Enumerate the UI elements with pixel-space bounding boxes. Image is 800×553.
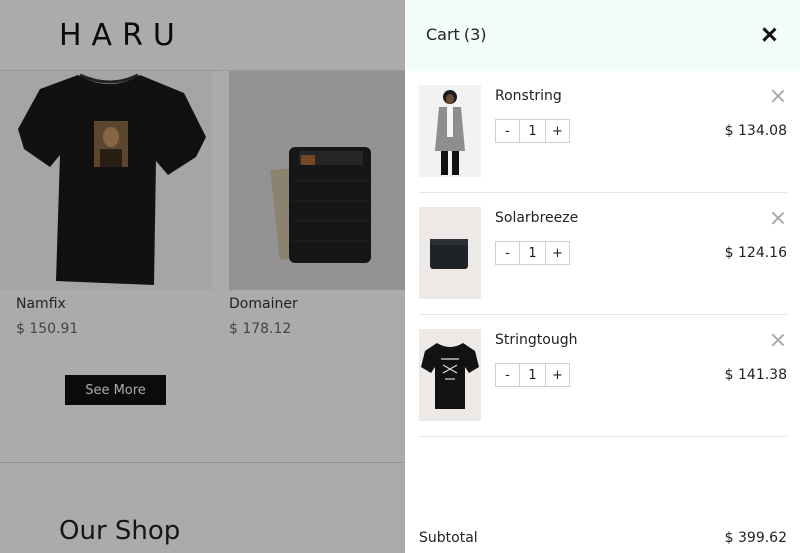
increase-qty-button[interactable]: + [545, 241, 570, 265]
subtotal-label: Subtotal [419, 530, 478, 546]
quantity-value[interactable]: 1 [520, 363, 545, 387]
cart-item: Ronstring - 1 + $ 134.08 [419, 71, 787, 193]
cart-item-price: $ 141.38 [724, 367, 787, 383]
cart-count: (3) [463, 25, 487, 44]
decrease-qty-button[interactable]: - [495, 363, 520, 387]
decrease-qty-button[interactable]: - [495, 241, 520, 265]
quantity-value[interactable]: 1 [520, 241, 545, 265]
cart-title: Cart (3) [426, 25, 487, 44]
close-icon[interactable] [758, 24, 780, 46]
remove-item-icon[interactable] [771, 89, 785, 103]
cart-item-image[interactable] [419, 329, 481, 421]
cart-item-price: $ 134.08 [724, 123, 787, 139]
cart-item-image[interactable] [419, 85, 481, 177]
quantity-value[interactable]: 1 [520, 119, 545, 143]
increase-qty-button[interactable]: + [545, 119, 570, 143]
increase-qty-button[interactable]: + [545, 363, 570, 387]
quantity-stepper: - 1 + [495, 119, 570, 143]
decrease-qty-button[interactable]: - [495, 119, 520, 143]
cart-item-name[interactable]: Ronstring [495, 88, 562, 104]
remove-item-icon[interactable] [771, 333, 785, 347]
subtotal-amount: $ 399.62 [724, 530, 787, 546]
cart-item-name[interactable]: Stringtough [495, 332, 577, 348]
subtotal-row: Subtotal $ 399.62 [419, 530, 787, 546]
cart-title-label: Cart [426, 25, 460, 44]
cart-item-image[interactable] [419, 207, 481, 299]
cart-item: Solarbreeze - 1 + $ 124.16 [419, 193, 787, 315]
cart-drawer: Cart (3) Ronstring - 1 + $ 134.08 Solarb… [405, 0, 800, 553]
cart-header: Cart (3) [405, 0, 800, 71]
cart-item-name[interactable]: Solarbreeze [495, 210, 578, 226]
quantity-stepper: - 1 + [495, 241, 570, 265]
cart-item: Stringtough - 1 + $ 141.38 [419, 315, 787, 437]
quantity-stepper: - 1 + [495, 363, 570, 387]
cart-item-price: $ 124.16 [724, 245, 787, 261]
remove-item-icon[interactable] [771, 211, 785, 225]
